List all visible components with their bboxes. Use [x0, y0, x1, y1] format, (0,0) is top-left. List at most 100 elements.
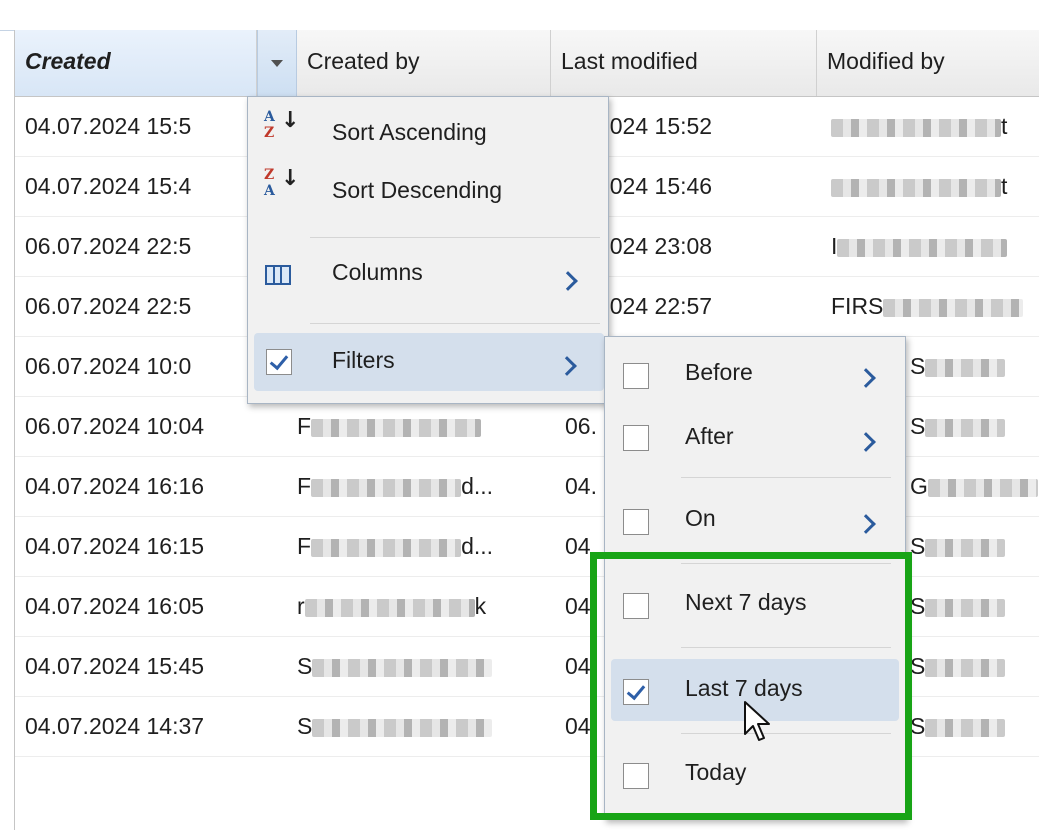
cell-modified-by: S — [910, 337, 1039, 396]
menu-separator — [310, 237, 600, 238]
redacted-text — [837, 238, 1008, 257]
cell-created-by-prefix: r — [297, 593, 305, 619]
cell-modified-by: I — [831, 217, 1039, 276]
filter-checkbox[interactable] — [623, 593, 649, 619]
checkmark-icon — [626, 680, 646, 701]
redacted-text — [883, 298, 1024, 317]
column-header-created-by[interactable]: Created by — [297, 30, 551, 96]
column-header-created[interactable]: Created — [15, 30, 257, 96]
filter-item-before[interactable]: Before — [605, 343, 905, 401]
cell-modified-by: FIRS — [831, 277, 1039, 336]
checkmark-icon — [269, 350, 289, 371]
filter-item-on[interactable]: On — [605, 489, 905, 551]
column-header-label: Created by — [307, 48, 420, 74]
chevron-right-icon — [856, 368, 876, 388]
filter-checkbox[interactable] — [623, 425, 649, 451]
cell-modified-by: S — [910, 577, 1039, 636]
toolbar-strip — [0, 0, 1039, 31]
cell-modified-by-suffix: t — [1001, 113, 1008, 139]
columns-icon-divider — [280, 267, 282, 283]
cell-created: 06.07.2024 10:04 — [25, 413, 205, 439]
chevron-right-icon — [856, 514, 876, 534]
cell-created-by: S — [297, 697, 547, 756]
cell-modified-by: t — [831, 157, 1039, 216]
cell-created-by: Fd... — [297, 457, 547, 516]
column-header-modified-by[interactable]: Modified by — [817, 30, 1039, 96]
filter-submenu: Before After On Next 7 days Last 7 days … — [604, 336, 906, 820]
menu-item-label: On — [685, 505, 716, 531]
column-header-label: Created — [25, 48, 111, 74]
cell-created-by: Fd... — [297, 517, 547, 576]
redacted-text — [925, 358, 1006, 377]
cell-modified-by: S — [910, 637, 1039, 696]
column-header-label: Last modified — [561, 48, 698, 74]
cell-created: 04.07.2024 16:15 — [25, 533, 205, 559]
filter-item-today[interactable]: Today — [605, 743, 905, 805]
redacted-text — [925, 418, 1006, 437]
redacted-text — [311, 478, 462, 497]
cell-modified-by: S — [910, 697, 1039, 756]
menu-separator — [681, 733, 891, 734]
cell-created: 04.07.2024 14:37 — [25, 713, 205, 739]
cell-created-by-suffix: k — [474, 593, 487, 619]
menu-item-sort-descending[interactable]: Z A ↓ Sort Descending — [248, 163, 608, 219]
menu-item-sort-ascending[interactable]: A Z ↓ Sort Ascending — [248, 105, 608, 161]
menu-item-columns[interactable]: Columns — [248, 247, 608, 305]
menu-separator — [681, 477, 891, 478]
column-menu: A Z ↓ Sort Ascending Z A ↓ Sort Descendi… — [247, 96, 609, 404]
menu-separator — [681, 563, 891, 564]
menu-item-label: Columns — [332, 259, 423, 285]
chevron-right-icon — [856, 432, 876, 452]
menu-item-label: Today — [685, 759, 747, 785]
columns-icon-divider — [273, 267, 275, 283]
column-header-last-modified[interactable]: Last modified — [551, 30, 817, 96]
menu-item-label: Last 7 days — [685, 675, 803, 701]
filter-item-next-7-days[interactable]: Next 7 days — [605, 573, 905, 635]
down-arrow-icon: ↓ — [281, 108, 300, 133]
cell-created-by-suffix: d... — [461, 533, 494, 559]
cell-modified-by: S — [910, 517, 1039, 576]
filters-checkbox[interactable] — [266, 349, 292, 375]
cell-modified-by-prefix: S — [910, 353, 926, 379]
sort-ascending-icon: A Z ↓ — [264, 109, 299, 153]
cell-modified-by-prefix: G — [910, 473, 928, 499]
menu-item-label: Sort Ascending — [332, 119, 487, 145]
cell-modified-by: S — [910, 397, 1039, 456]
cell-created-by-prefix: F — [297, 473, 312, 499]
redacted-text — [927, 478, 1038, 497]
filter-item-after[interactable]: After — [605, 407, 905, 465]
cell-created-by: rk — [297, 577, 547, 636]
column-header-label: Modified by — [827, 48, 945, 74]
cell-created-by: S — [297, 637, 547, 696]
menu-item-label: Next 7 days — [685, 589, 807, 615]
redacted-text — [304, 598, 475, 617]
chevron-right-icon — [557, 356, 577, 376]
cell-modified-by-prefix: S — [910, 713, 926, 739]
sort-descending-icon: Z A ↓ — [264, 167, 299, 211]
redacted-text — [311, 418, 482, 437]
cell-modified-by-prefix: FIRS — [831, 293, 884, 319]
redacted-text — [311, 538, 462, 557]
filter-checkbox[interactable] — [623, 679, 649, 705]
column-menu-trigger[interactable] — [257, 30, 297, 96]
redacted-text — [925, 538, 1006, 557]
cell-modified-by: G — [910, 457, 1039, 516]
redacted-text — [312, 658, 493, 677]
cell-modified-by-prefix: S — [910, 593, 926, 619]
filter-checkbox[interactable] — [623, 763, 649, 789]
columns-icon — [265, 265, 291, 285]
cell-modified-by-prefix: S — [910, 533, 926, 559]
redacted-text — [925, 718, 1006, 737]
menu-item-filters[interactable]: Filters — [254, 333, 604, 391]
cell-modified-by-prefix: S — [910, 653, 926, 679]
cell-created-by-prefix: S — [297, 713, 313, 739]
cell-created: 04.07.2024 15:45 — [25, 653, 205, 679]
filter-checkbox[interactable] — [623, 509, 649, 535]
menu-item-label: Filters — [332, 347, 395, 373]
redacted-text — [312, 718, 493, 737]
filter-checkbox[interactable] — [623, 363, 649, 389]
cell-created-by: F — [297, 397, 547, 456]
cell-modified-by-suffix: t — [1001, 173, 1008, 199]
mouse-pointer-icon — [744, 701, 770, 741]
redacted-text — [925, 598, 1006, 617]
